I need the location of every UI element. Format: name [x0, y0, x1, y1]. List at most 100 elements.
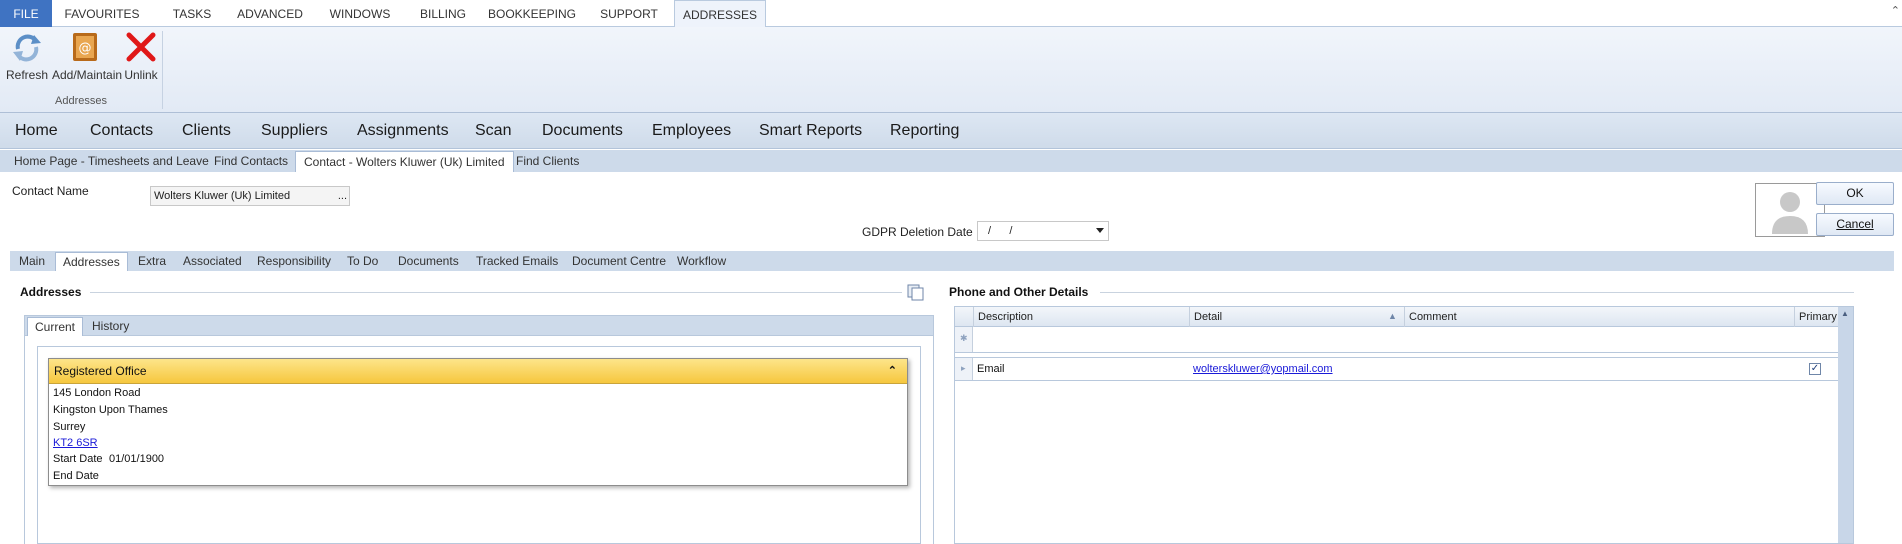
person-silhouette-icon	[1772, 192, 1808, 234]
postcode-link[interactable]: KT2 6SR	[53, 437, 98, 449]
address-tab-bar: Current History	[24, 315, 934, 336]
tab-addresses[interactable]: Addresses	[55, 252, 128, 271]
address-line-1: 145 London Road	[53, 387, 141, 399]
address-card-header[interactable]: Registered Office ⌃	[49, 359, 907, 384]
doc-tab-contact[interactable]: Contact - Wolters Kluwer (Uk) Limited	[295, 151, 514, 172]
refresh-label: Refresh	[6, 68, 49, 82]
start-date-value: 01/01/1900	[109, 453, 165, 465]
chevron-double-up-icon[interactable]: ⌃	[888, 359, 897, 384]
doc-tab-home-page[interactable]: Home Page - Timesheets and Leave	[6, 151, 217, 172]
tab-main[interactable]: Main	[12, 252, 52, 271]
ribbon-tab-favourites[interactable]: FAVOURITES	[60, 0, 144, 27]
address-card[interactable]: Registered Office ⌃ 145 London Road King…	[48, 358, 908, 486]
gdpr-deletion-date-value: / /	[988, 225, 1013, 237]
chevron-down-icon[interactable]	[1096, 228, 1104, 233]
unlink-button[interactable]: Unlink	[120, 31, 162, 82]
tab-to-do[interactable]: To Do	[340, 252, 385, 271]
ribbon-tab-tasks[interactable]: TASKS	[160, 0, 224, 27]
tab-document-centre[interactable]: Document Centre	[565, 252, 673, 271]
refresh-icon	[13, 34, 41, 62]
phone-details-grid: Description Detail ▲ Comment Primary ✱ ▸…	[954, 306, 1854, 544]
column-primary[interactable]: Primary	[1794, 307, 1839, 327]
nav-assignments[interactable]: Assignments	[357, 113, 449, 149]
refresh-button[interactable]: Refresh	[6, 31, 48, 82]
nav-suppliers[interactable]: Suppliers	[261, 113, 328, 149]
table-row[interactable]: ▸ Email wolterskluwer@yopmail.com ✓	[955, 357, 1839, 381]
nav-documents[interactable]: Documents	[542, 113, 623, 149]
copy-icon[interactable]	[906, 283, 926, 301]
gdpr-deletion-date-field[interactable]: / /	[977, 221, 1109, 241]
tab-workflow[interactable]: Workflow	[670, 252, 733, 271]
ribbon-panel: Refresh @ Add/Maintain Unlink Addresses	[0, 27, 1902, 113]
add-maintain-button[interactable]: @ Add/Maintain	[52, 31, 123, 82]
grid-new-row[interactable]: ✱	[955, 327, 1839, 353]
svg-text:@: @	[79, 41, 92, 56]
ribbon-tab-bar: FILE FAVOURITES TASKS ADVANCED WINDOWS B…	[0, 0, 1902, 28]
start-date-label: Start Date	[53, 453, 103, 465]
primary-checkbox[interactable]: ✓	[1809, 363, 1821, 375]
contact-name-field[interactable]: Wolters Kluwer (Uk) Limited ...	[150, 186, 350, 206]
row-selector[interactable]: ▸	[955, 358, 973, 380]
nav-smart-reports[interactable]: Smart Reports	[759, 113, 862, 149]
phone-section-title: Phone and Other Details	[949, 285, 1097, 299]
document-tab-bar: Home Page - Timesheets and Leave Find Co…	[0, 150, 1902, 172]
addresses-divider	[90, 292, 902, 293]
nav-home[interactable]: Home	[15, 113, 58, 149]
contact-name-label: Contact Name	[12, 184, 89, 198]
tab-history[interactable]: History	[85, 317, 136, 336]
phone-divider	[1100, 292, 1854, 293]
cell-description[interactable]: Email	[977, 358, 1005, 380]
close-x-icon	[126, 32, 156, 62]
gdpr-deletion-date-label: GDPR Deletion Date	[862, 225, 973, 239]
end-date-label: End Date	[53, 470, 99, 482]
doc-tab-find-contacts[interactable]: Find Contacts	[206, 151, 296, 172]
ribbon-tab-billing[interactable]: BILLING	[410, 0, 476, 27]
ribbon-group-separator	[162, 31, 163, 109]
form-tab-bar: Main Addresses Extra Associated Responsi…	[10, 251, 1894, 271]
ribbon-tab-support[interactable]: SUPPORT	[592, 0, 666, 27]
ribbon-tab-addresses[interactable]: ADDRESSES	[674, 0, 766, 28]
ribbon-tab-file[interactable]: FILE	[0, 0, 52, 27]
address-card-title: Registered Office	[54, 364, 147, 378]
sort-asc-icon: ▲	[1388, 311, 1397, 321]
nav-employees[interactable]: Employees	[652, 113, 731, 149]
row-pointer-icon: ▸	[961, 363, 966, 373]
tab-tracked-emails[interactable]: Tracked Emails	[469, 252, 565, 271]
add-maintain-label: Add/Maintain	[52, 68, 123, 82]
cell-detail-link[interactable]: wolterskluwer@yopmail.com	[1193, 358, 1333, 380]
contact-photo[interactable]	[1755, 183, 1825, 237]
asterisk-icon: ✱	[960, 333, 968, 343]
address-line-2: Kingston Upon Thames	[53, 404, 168, 416]
nav-reporting[interactable]: Reporting	[890, 113, 959, 149]
ribbon-tab-bookkeeping[interactable]: BOOKKEEPING	[484, 0, 580, 27]
tab-current[interactable]: Current	[27, 317, 84, 336]
ribbon-collapse-icon[interactable]: ⌃	[1891, 4, 1900, 17]
ribbon-tab-windows[interactable]: WINDOWS	[322, 0, 398, 27]
column-detail[interactable]: Detail	[1189, 307, 1404, 327]
scroll-up-icon[interactable]: ▲	[1841, 309, 1849, 318]
nav-contacts[interactable]: Contacts	[90, 113, 153, 149]
new-row-selector[interactable]: ✱	[955, 327, 973, 352]
contact-lookup-button[interactable]: ...	[338, 187, 347, 205]
doc-tab-find-clients[interactable]: Find Clients	[508, 151, 587, 172]
main-navigation: Home Contacts Clients Suppliers Assignme…	[0, 113, 1902, 149]
column-description[interactable]: Description	[973, 307, 1189, 327]
tab-extra[interactable]: Extra	[131, 252, 173, 271]
addresses-section-title: Addresses	[20, 285, 90, 299]
grid-scrollbar[interactable]: ▲	[1838, 307, 1853, 543]
tab-responsibility[interactable]: Responsibility	[250, 252, 338, 271]
column-comment[interactable]: Comment	[1404, 307, 1794, 327]
ribbon-group-label: Addresses	[55, 95, 107, 107]
grid-corner	[955, 307, 973, 327]
tab-associated[interactable]: Associated	[176, 252, 249, 271]
tab-documents[interactable]: Documents	[391, 252, 466, 271]
nav-scan[interactable]: Scan	[475, 113, 511, 149]
nav-clients[interactable]: Clients	[182, 113, 231, 149]
contact-name-value: Wolters Kluwer (Uk) Limited	[154, 190, 291, 202]
cancel-button[interactable]: Cancel	[1816, 213, 1894, 236]
ok-button[interactable]: OK	[1816, 182, 1894, 205]
address-line-3: Surrey	[53, 421, 86, 433]
ribbon-tab-advanced[interactable]: ADVANCED	[232, 0, 308, 27]
address-book-icon: @	[73, 33, 97, 61]
grid-header: Description Detail ▲ Comment Primary	[955, 307, 1839, 327]
